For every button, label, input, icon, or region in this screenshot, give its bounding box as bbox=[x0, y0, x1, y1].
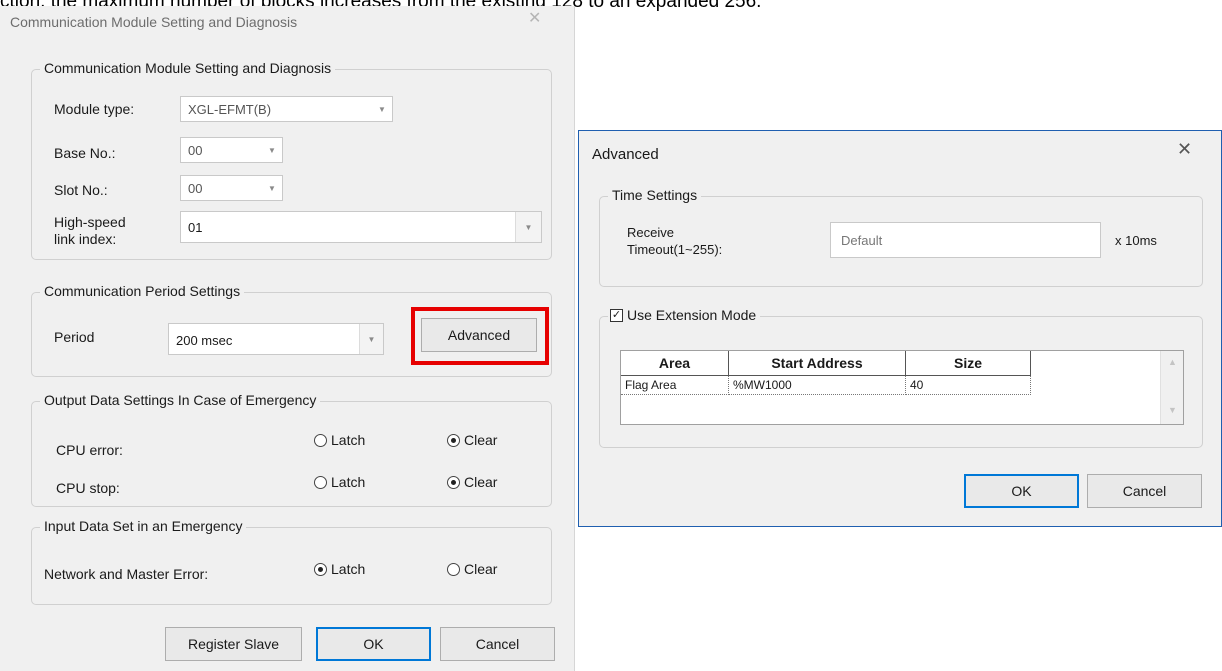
receive-timeout-input[interactable]: Default bbox=[830, 222, 1101, 258]
output-data-legend: Output Data Settings In Case of Emergenc… bbox=[40, 392, 321, 408]
checkbox-checked-icon: ✓ bbox=[610, 308, 623, 322]
extension-mode-legend: ✓ Use Extension Mode bbox=[608, 307, 761, 323]
cpu-stop-clear-radio[interactable]: Clear bbox=[447, 474, 497, 490]
high-speed-label-line1: High-speed bbox=[54, 214, 126, 230]
radio-off-icon bbox=[447, 562, 460, 576]
radio-off-icon bbox=[314, 475, 327, 489]
period-select[interactable]: 200 msec ▼ bbox=[168, 323, 384, 355]
period-label: Period bbox=[54, 329, 95, 345]
radio-off-icon bbox=[314, 433, 327, 447]
table-scrollbar[interactable]: ▲ ▼ bbox=[1160, 351, 1183, 424]
period-legend: Communication Period Settings bbox=[40, 283, 245, 299]
high-speed-link-index-value: 01 bbox=[188, 220, 203, 235]
chevron-down-icon: ▼ bbox=[268, 183, 276, 193]
cpu-error-clear-radio[interactable]: Clear bbox=[447, 432, 497, 448]
chevron-down-icon: ▼ bbox=[268, 145, 276, 155]
register-slave-button[interactable]: Register Slave bbox=[165, 627, 302, 661]
time-settings-legend: Time Settings bbox=[608, 187, 702, 203]
highlight-annotation bbox=[411, 307, 549, 365]
advanced-ok-button[interactable]: OK bbox=[964, 474, 1079, 508]
use-extension-mode-checkbox[interactable]: ✓ Use Extension Mode bbox=[610, 307, 756, 323]
high-speed-link-index-select[interactable]: 01 ▼ bbox=[180, 211, 542, 243]
slot-no-value: 00 bbox=[188, 181, 203, 196]
latch-label: Latch bbox=[331, 432, 366, 448]
cpu-error-label: CPU error: bbox=[56, 442, 123, 458]
chevron-down-icon: ▼ bbox=[515, 212, 541, 242]
advanced-dialog-title: Advanced bbox=[592, 146, 659, 163]
period-value: 200 msec bbox=[176, 333, 233, 348]
high-speed-label-line2: link index: bbox=[54, 231, 117, 247]
table-cell-area[interactable]: Flag Area bbox=[621, 376, 729, 395]
slot-no-select[interactable]: 00 ▼ bbox=[180, 175, 283, 201]
cpu-error-latch-radio[interactable]: Latch bbox=[314, 432, 365, 448]
base-no-value: 00 bbox=[188, 143, 203, 158]
base-no-select[interactable]: 00 ▼ bbox=[180, 137, 283, 163]
input-data-legend: Input Data Set in an Emergency bbox=[40, 518, 247, 534]
table-cell-size[interactable]: 40 bbox=[906, 376, 1031, 395]
use-extension-mode-label: Use Extension Mode bbox=[627, 307, 757, 323]
module-type-select[interactable]: XGL-EFMT(B) ▼ bbox=[180, 96, 393, 122]
module-type-value: XGL-EFMT(B) bbox=[188, 102, 272, 117]
module-setting-legend: Communication Module Setting and Diagnos… bbox=[40, 60, 336, 76]
cancel-button[interactable]: Cancel bbox=[440, 627, 555, 661]
table-header-start-address: Start Address bbox=[729, 351, 906, 376]
cpu-stop-label: CPU stop: bbox=[56, 480, 120, 496]
receive-label-line2: Timeout(1~255): bbox=[627, 242, 723, 257]
clear-label: Clear bbox=[464, 474, 498, 490]
base-no-label: Base No.: bbox=[54, 145, 116, 161]
timeout-unit-label: x 10ms bbox=[1115, 233, 1157, 248]
table-header-area: Area bbox=[621, 351, 729, 376]
table-cell-start-address[interactable]: %MW1000 bbox=[729, 376, 906, 395]
chevron-down-icon: ▼ bbox=[378, 104, 386, 114]
receive-timeout-label: Receive Timeout(1~255): bbox=[627, 224, 722, 258]
slot-no-label: Slot No.: bbox=[54, 182, 108, 198]
chevron-down-icon: ▼ bbox=[359, 324, 383, 354]
close-icon[interactable]: ✕ bbox=[1177, 139, 1192, 160]
latch-label: Latch bbox=[331, 474, 366, 490]
radio-on-icon bbox=[314, 562, 327, 576]
ok-button[interactable]: OK bbox=[316, 627, 431, 661]
extension-area-table: Area Start Address Size Flag Area %MW100… bbox=[620, 350, 1184, 425]
dialog-title: Communication Module Setting and Diagnos… bbox=[10, 14, 298, 30]
scroll-down-icon[interactable]: ▼ bbox=[1161, 405, 1184, 415]
network-master-error-label: Network and Master Error: bbox=[44, 566, 209, 582]
radio-on-icon bbox=[447, 475, 460, 489]
scroll-up-icon[interactable]: ▲ bbox=[1161, 357, 1184, 367]
module-type-label: Module type: bbox=[54, 101, 135, 117]
advanced-cancel-button[interactable]: Cancel bbox=[1087, 474, 1202, 508]
cpu-stop-latch-radio[interactable]: Latch bbox=[314, 474, 365, 490]
latch-label: Latch bbox=[331, 561, 366, 577]
network-latch-radio[interactable]: Latch bbox=[314, 561, 365, 577]
receive-label-line1: Receive bbox=[627, 225, 674, 240]
clear-label: Clear bbox=[464, 432, 498, 448]
clear-label: Clear bbox=[464, 561, 498, 577]
radio-on-icon bbox=[447, 433, 460, 447]
close-icon[interactable]: ✕ bbox=[528, 8, 541, 28]
receive-timeout-value: Default bbox=[841, 233, 883, 248]
table-header-size: Size bbox=[906, 351, 1031, 376]
network-clear-radio[interactable]: Clear bbox=[447, 561, 497, 577]
high-speed-label: High-speed link index: bbox=[54, 214, 126, 248]
